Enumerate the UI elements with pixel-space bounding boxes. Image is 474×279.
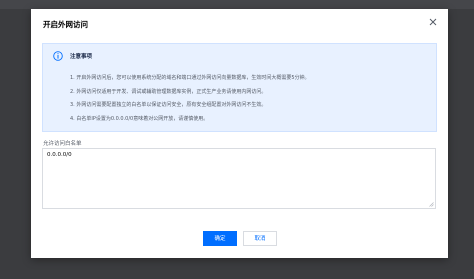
notice-list: 1. 开启外网访问后，您可以使用系统分配的域名和端口通过外网访问向量数据库，生效…: [70, 72, 310, 127]
notice-panel: 注意事项 1. 开启外网访问后，您可以使用系统分配的域名和端口通过外网访问向量数…: [42, 43, 437, 132]
resize-handle-icon[interactable]: [429, 202, 434, 207]
notice-title: 注意事项: [70, 54, 93, 60]
close-icon: [429, 18, 437, 26]
notice-item: 3. 外网访问需要配置独立的白名单以保证访问安全，原有安全组配置对外网访问不生效…: [70, 102, 267, 109]
enable-public-access-dialog: 开启外网访问 注意事项 1. 开启外网访问后，您可以使用系统分配的域名和端口通过…: [31, 9, 448, 258]
confirm-button[interactable]: 确定: [203, 231, 237, 246]
notice-item: 4. 白名单IP设置为0.0.0.0/0意味着对公网开放，请谨慎使用。: [70, 116, 209, 123]
background-page: [0, 0, 474, 9]
dialog-title: 开启外网访问: [43, 20, 88, 29]
notice-item: 1. 开启外网访问后，您可以使用系统分配的域名和端口通过外网访问向量数据库，生效…: [70, 75, 310, 81]
info-icon: [53, 51, 63, 61]
whitelist-label: 允许访问白名单: [43, 141, 82, 147]
notice-item: 2. 外网访问仅适用于开发、调试或辅助管理数据库实例，正式生产业务请使用内网访问…: [70, 88, 267, 95]
cancel-button[interactable]: 取消: [243, 231, 277, 246]
whitelist-value: 0.0.0.0/0: [47, 152, 72, 158]
whitelist-textarea[interactable]: 0.0.0.0/0: [42, 148, 436, 209]
close-button[interactable]: [426, 15, 440, 29]
